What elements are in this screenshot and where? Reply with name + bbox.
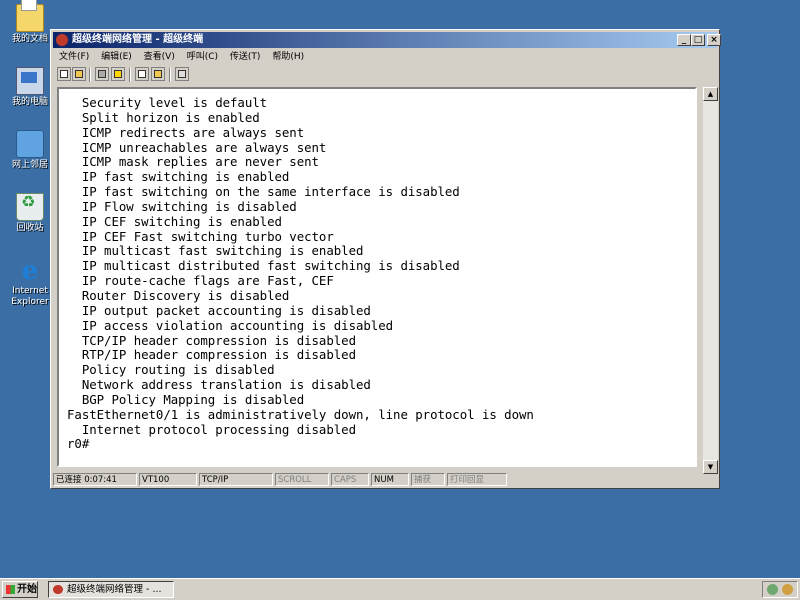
scroll-down-icon[interactable]: ▼ [703, 460, 718, 474]
terminal-line: Network address translation is disabled [67, 377, 371, 393]
terminal-line: IP Flow switching is disabled [67, 198, 297, 214]
call-icon[interactable] [111, 67, 125, 81]
terminal-line: FastEthernet0/1 is administratively down… [67, 406, 534, 422]
status-scroll: SCROLL [275, 473, 329, 486]
menu-view[interactable]: 查看(V) [140, 49, 179, 65]
hyperterminal-app-icon[interactable] [56, 34, 68, 46]
terminal-line: RTP/IP header compression is disabled [67, 347, 356, 363]
status-connected-time: 已连接 0:07:41 [53, 473, 137, 486]
terminal-line: IP multicast fast switching is enabled [67, 243, 364, 259]
terminal-line: BGP Policy Mapping is disabled [67, 391, 305, 407]
terminal-line: IP fast switching is enabled [67, 169, 290, 185]
internet-explorer-icon: e [21, 256, 39, 286]
vertical-scrollbar[interactable]: ▲ ▼ [703, 87, 718, 474]
terminal-line: IP fast switching on the same interface … [67, 184, 460, 200]
window-title: 超级终端网络管理 - 超级终端 [72, 34, 204, 45]
toolbar-separator [129, 68, 131, 82]
status-bar: 已连接 0:07:41 VT100 TCP/IP SCROLL CAPS NUM… [53, 473, 717, 487]
close-button[interactable]: × [707, 34, 721, 46]
menu-bar: 文件(F) 编辑(E) 查看(V) 呼叫(C) 传送(T) 帮助(H) [55, 49, 309, 65]
new-icon[interactable] [57, 67, 71, 81]
toolbar-separator [169, 68, 171, 82]
tray-volume-icon[interactable] [782, 584, 793, 595]
terminal-line: Security level is default [67, 95, 268, 110]
menu-call[interactable]: 呼叫(C) [183, 49, 222, 65]
taskbar: 开始 超级终端网络管理 - ... [0, 578, 800, 600]
desktop-icon-internet-explorer[interactable]: e Internet Explorer [4, 258, 56, 308]
system-tray [762, 581, 798, 598]
network-neighborhood-icon [16, 130, 44, 158]
desktop-icon-label: 我的文档 [11, 34, 48, 44]
terminal-line: Internet protocol processing disabled [67, 421, 356, 437]
terminal-line: TCP/IP header compression is disabled [67, 332, 356, 348]
tray-network-icon[interactable] [767, 584, 778, 595]
send-icon[interactable] [135, 67, 149, 81]
terminal-line: IP output packet accounting is disabled [67, 302, 371, 318]
terminal-screen[interactable]: Security level is default Split horizon … [57, 87, 697, 467]
status-caps: CAPS [331, 473, 369, 486]
menu-help[interactable]: 帮助(H) [268, 49, 308, 65]
terminal-output: Security level is default Split horizon … [67, 95, 534, 452]
terminal-line: IP route-cache flags are Fast, CEF [67, 273, 334, 289]
terminal-line: Split horizon is enabled [67, 109, 260, 125]
my-documents-icon [16, 0, 44, 32]
desktop-icon-label: 网上邻居 [11, 160, 48, 170]
terminal-line: IP access violation accounting is disabl… [67, 317, 394, 333]
scroll-up-icon[interactable]: ▲ [703, 87, 718, 101]
terminal-line: IP multicast distributed fast switching … [67, 258, 460, 274]
desktop-icon-label: 我的电脑 [11, 97, 48, 107]
menu-edit[interactable]: 编辑(E) [97, 49, 136, 65]
terminal-prompt: r0# [67, 436, 90, 452]
open-icon[interactable] [72, 67, 86, 81]
status-num: NUM [371, 473, 409, 486]
my-computer-icon [16, 67, 44, 95]
desktop-icon-my-documents[interactable]: 我的文档 [4, 0, 56, 45]
terminal-line: Policy routing is disabled [67, 362, 275, 378]
disconnect-icon[interactable] [95, 67, 109, 81]
desktop-icon-label: 回收站 [16, 223, 44, 233]
desktop-icon-my-computer[interactable]: 我的电脑 [4, 67, 56, 108]
terminal-line: ICMP mask replies are never sent [67, 154, 319, 170]
toolbar-separator [89, 68, 91, 82]
hyperterminal-window: 超级终端网络管理 - 超级终端 _ □ × 文件(F) 编辑(E) 查看(V) … [50, 29, 721, 489]
properties-icon[interactable] [175, 67, 189, 81]
receive-icon[interactable] [151, 67, 165, 81]
terminal-line: ICMP unreachables are always sent [67, 139, 327, 155]
taskbar-item-hyperterminal[interactable]: 超级终端网络管理 - ... [48, 581, 174, 598]
minimize-button[interactable]: _ [677, 34, 691, 46]
menu-file[interactable]: 文件(F) [55, 49, 93, 65]
recycle-bin-icon [16, 193, 44, 221]
status-print-echo: 打印回显 [447, 473, 507, 486]
start-button[interactable]: 开始 [2, 581, 38, 598]
status-protocol: TCP/IP [199, 473, 273, 486]
terminal-line: IP CEF switching is enabled [67, 213, 282, 229]
terminal-line: ICMP redirects are always sent [67, 124, 305, 140]
menu-transfer[interactable]: 传送(T) [226, 49, 265, 65]
maximize-button[interactable]: □ [691, 34, 705, 46]
status-capture: 捕获 [411, 473, 445, 486]
title-bar[interactable]: 超级终端网络管理 - 超级终端 _ □ × [53, 32, 721, 48]
terminal-line: IP CEF Fast switching turbo vector [67, 228, 334, 244]
status-emulation: VT100 [139, 473, 197, 486]
desktop-icon-network[interactable]: 网上邻居 [4, 130, 56, 171]
desktop-icon-label: Internet Explorer [11, 286, 49, 307]
desktop-icon-recycle-bin[interactable]: 回收站 [4, 193, 56, 234]
terminal-line: Router Discovery is disabled [67, 287, 290, 303]
